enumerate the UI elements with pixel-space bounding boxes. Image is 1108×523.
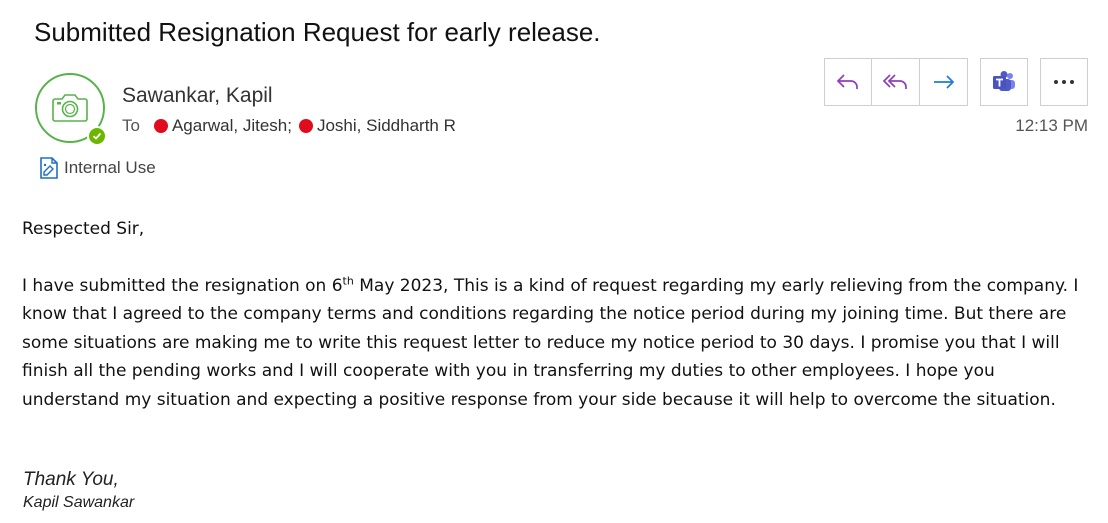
sender-name[interactable]: Sawankar, Kapil [122,84,273,108]
recipient-name: Agarwal, Jitesh; [171,116,292,135]
email-subject: Submitted Resignation Request for early … [34,17,601,47]
email-body: Respected Sir, I have submitted the resi… [22,215,1082,414]
sensitivity-label-icon [40,157,58,179]
teams-button[interactable] [980,58,1028,106]
sensitivity-label[interactable]: Internal Use [38,156,156,180]
teams-icon [993,71,1015,91]
reply-icon [836,74,858,89]
toolbar-gap [968,58,980,106]
recipient-agarwal[interactable]: Agarwal, Jitesh; [153,116,299,136]
recipients-row: To Agarwal, Jitesh; Joshi, Siddharth R [122,116,456,136]
presence-available-badge [87,126,107,146]
paragraph-start: I have submitted the resignation on 6 [22,275,343,296]
sent-time: 12:13 PM [1015,116,1088,135]
ordinal-suffix: th [342,273,354,287]
forward-icon [933,75,954,89]
body-paragraph: I have submitted the resignation on 6th … [22,272,1082,415]
camera-icon [52,94,88,122]
presence-busy-icon [153,119,168,133]
reply-all-icon [882,74,907,89]
more-actions-button[interactable] [1040,58,1088,106]
presence-busy-icon [298,119,313,133]
toolbar-gap [1028,58,1040,106]
recipient-name: Joshi, Siddharth R [316,116,456,135]
forward-button[interactable] [920,58,968,106]
reply-all-button[interactable] [872,58,920,106]
sensitivity-label-text: Internal Use [64,158,156,177]
signature-name: Kapil Sawankar [23,494,135,511]
message-toolbar [824,58,1088,106]
more-icon [1054,80,1074,84]
closing: Thank You, [23,469,119,490]
check-icon [92,132,102,140]
greeting: Respected Sir, [22,219,145,239]
recipient-joshi[interactable]: Joshi, Siddharth R [298,116,456,136]
reply-button[interactable] [824,58,872,106]
to-label: To [122,116,140,135]
